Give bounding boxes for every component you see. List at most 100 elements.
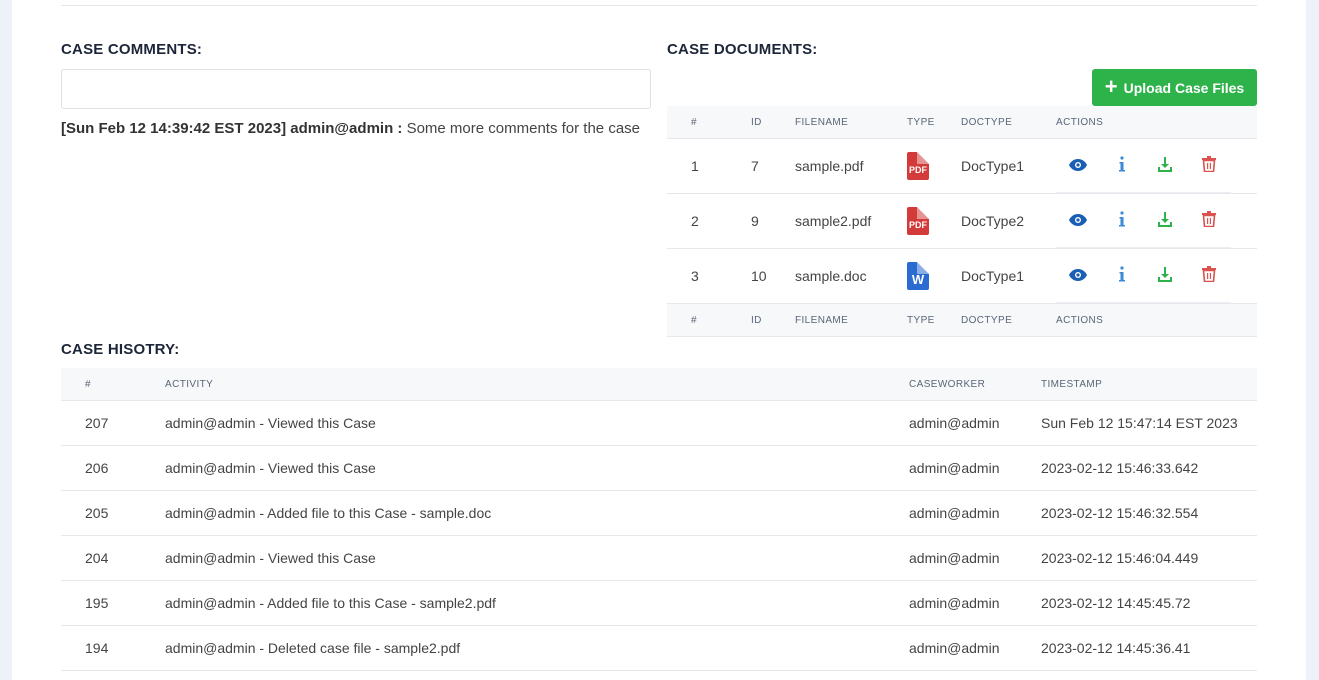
column-header: ID bbox=[751, 303, 795, 337]
document-id: 7 bbox=[751, 138, 795, 194]
file-icon-glyph: PDF bbox=[909, 220, 927, 230]
doc-file-icon: W bbox=[907, 262, 929, 290]
view-document-button[interactable] bbox=[1056, 158, 1100, 174]
history-timestamp: 2023-02-12 15:46:33.642 bbox=[1041, 445, 1257, 491]
action-group bbox=[1056, 140, 1231, 193]
comment-text: Some more comments for the case bbox=[406, 120, 641, 137]
history-timestamp: 2023-02-12 15:46:32.554 bbox=[1041, 490, 1257, 536]
eye-icon bbox=[1068, 158, 1087, 174]
view-document-button[interactable] bbox=[1056, 213, 1100, 229]
history-caseworker: admin@admin bbox=[909, 580, 1041, 626]
history-activity: admin@admin - Added file to this Case - … bbox=[165, 580, 909, 626]
trash-icon bbox=[1202, 211, 1217, 230]
download-icon bbox=[1157, 211, 1173, 230]
documents-table: # ID FILENAME TYPE DOCTYPE ACTIONS 1 7 sample.p… bbox=[667, 106, 1257, 337]
pdf-file-icon: PDF bbox=[907, 207, 929, 235]
document-id: 9 bbox=[751, 193, 795, 249]
document-doctype: DocType1 bbox=[961, 248, 1056, 304]
trash-icon bbox=[1202, 156, 1217, 175]
history-activity: admin@admin - Viewed this Case bbox=[165, 445, 909, 491]
document-actions bbox=[1056, 193, 1257, 249]
delete-document-button[interactable] bbox=[1187, 156, 1231, 175]
history-caseworker: admin@admin bbox=[909, 445, 1041, 491]
history-activity: admin@admin - Viewed this Case bbox=[165, 400, 909, 446]
history-title: CASE HISOTRY: bbox=[61, 341, 180, 358]
history-caseworker: admin@admin bbox=[909, 535, 1041, 581]
document-filename: sample.doc bbox=[795, 248, 907, 304]
column-header: FILENAME bbox=[795, 106, 907, 139]
column-header: ACTIONS bbox=[1056, 303, 1257, 337]
download-document-button[interactable] bbox=[1144, 156, 1188, 175]
file-icon-glyph: PDF bbox=[909, 165, 927, 175]
history-caseworker: admin@admin bbox=[909, 400, 1041, 446]
history-number: 194 bbox=[61, 625, 165, 671]
history-number: 204 bbox=[61, 535, 165, 581]
document-row: 3 10 sample.doc W DocType1 bbox=[667, 248, 1257, 304]
history-table-header: # ACTIVITY CASEWORKER TIMESTAMP bbox=[61, 368, 1257, 401]
case-panel: CASE COMMENTS: [Sun Feb 12 14:39:42 EST … bbox=[12, 0, 1306, 680]
column-header: TYPE bbox=[907, 303, 961, 337]
history-timestamp: 2023-02-12 14:45:36.41 bbox=[1041, 625, 1257, 671]
upload-button-label: Upload Case Files bbox=[1123, 79, 1245, 96]
view-document-button[interactable] bbox=[1056, 268, 1100, 284]
history-timestamp: 2023-02-12 14:45:45.72 bbox=[1041, 580, 1257, 626]
document-info-button[interactable] bbox=[1100, 211, 1144, 230]
history-activity: admin@admin - Added file to this Case - … bbox=[165, 490, 909, 536]
history-activity: admin@admin - Viewed this Case bbox=[165, 535, 909, 581]
action-group bbox=[1056, 195, 1231, 248]
document-info-button[interactable] bbox=[1100, 156, 1144, 175]
history-row: 194 admin@admin - Deleted case file - sam… bbox=[61, 625, 1257, 671]
eye-icon bbox=[1068, 213, 1087, 229]
history-timestamp: Sun Feb 12 15:47:14 EST 2023 bbox=[1041, 400, 1257, 446]
column-header: FILENAME bbox=[795, 303, 907, 337]
column-header: TYPE bbox=[907, 106, 961, 139]
document-type-cell: PDF bbox=[907, 193, 961, 249]
info-icon bbox=[1118, 266, 1126, 285]
column-header: TIMESTAMP bbox=[1041, 368, 1257, 401]
history-row: 204 admin@admin - Viewed this Case admin@a… bbox=[61, 535, 1257, 581]
history-row: 195 admin@admin - Added file to this Case… bbox=[61, 580, 1257, 626]
document-row: 2 9 sample2.pdf PDF DocType2 bbox=[667, 193, 1257, 249]
document-number: 1 bbox=[667, 138, 751, 194]
download-document-button[interactable] bbox=[1144, 266, 1188, 285]
document-filename: sample.pdf bbox=[795, 138, 907, 194]
history-timestamp: 2023-02-12 15:46:04.449 bbox=[1041, 535, 1257, 581]
eye-icon bbox=[1068, 268, 1087, 284]
document-actions bbox=[1056, 138, 1257, 194]
trash-icon bbox=[1202, 266, 1217, 285]
column-header: ID bbox=[751, 106, 795, 139]
action-group bbox=[1056, 250, 1231, 303]
download-document-button[interactable] bbox=[1144, 211, 1188, 230]
history-row: 205 admin@admin - Added file to this Case… bbox=[61, 490, 1257, 536]
comment-input[interactable] bbox=[61, 69, 651, 109]
history-caseworker: admin@admin bbox=[909, 490, 1041, 536]
history-table: # ACTIVITY CASEWORKER TIMESTAMP 207 admin@ad… bbox=[61, 368, 1257, 671]
pdf-file-icon: PDF bbox=[907, 152, 929, 180]
column-header: # bbox=[667, 106, 751, 139]
document-row: 1 7 sample.pdf PDF DocType1 bbox=[667, 138, 1257, 194]
column-header: # bbox=[667, 303, 751, 337]
column-header: ACTIONS bbox=[1056, 106, 1257, 139]
document-info-button[interactable] bbox=[1100, 266, 1144, 285]
delete-document-button[interactable] bbox=[1187, 266, 1231, 285]
history-number: 207 bbox=[61, 400, 165, 446]
document-doctype: DocType2 bbox=[961, 193, 1056, 249]
delete-document-button[interactable] bbox=[1187, 211, 1231, 230]
history-row: 206 admin@admin - Viewed this Case admin@a… bbox=[61, 445, 1257, 491]
documents-title: CASE DOCUMENTS: bbox=[667, 41, 818, 58]
history-row: 207 admin@admin - Viewed this Case admin@a… bbox=[61, 400, 1257, 446]
history-number: 206 bbox=[61, 445, 165, 491]
file-icon-glyph: W bbox=[911, 272, 925, 287]
column-header: CASEWORKER bbox=[909, 368, 1041, 401]
history-number: 205 bbox=[61, 490, 165, 536]
column-header: DOCTYPE bbox=[961, 106, 1056, 139]
history-caseworker: admin@admin bbox=[909, 625, 1041, 671]
divider bbox=[61, 5, 1257, 6]
plus-icon: + bbox=[1104, 73, 1118, 99]
column-header: ACTIVITY bbox=[165, 368, 909, 401]
column-header: DOCTYPE bbox=[961, 303, 1056, 337]
upload-case-files-button[interactable]: + Upload Case Files bbox=[1092, 69, 1257, 106]
column-header: # bbox=[61, 368, 165, 401]
document-filename: sample2.pdf bbox=[795, 193, 907, 249]
document-type-cell: PDF bbox=[907, 138, 961, 194]
